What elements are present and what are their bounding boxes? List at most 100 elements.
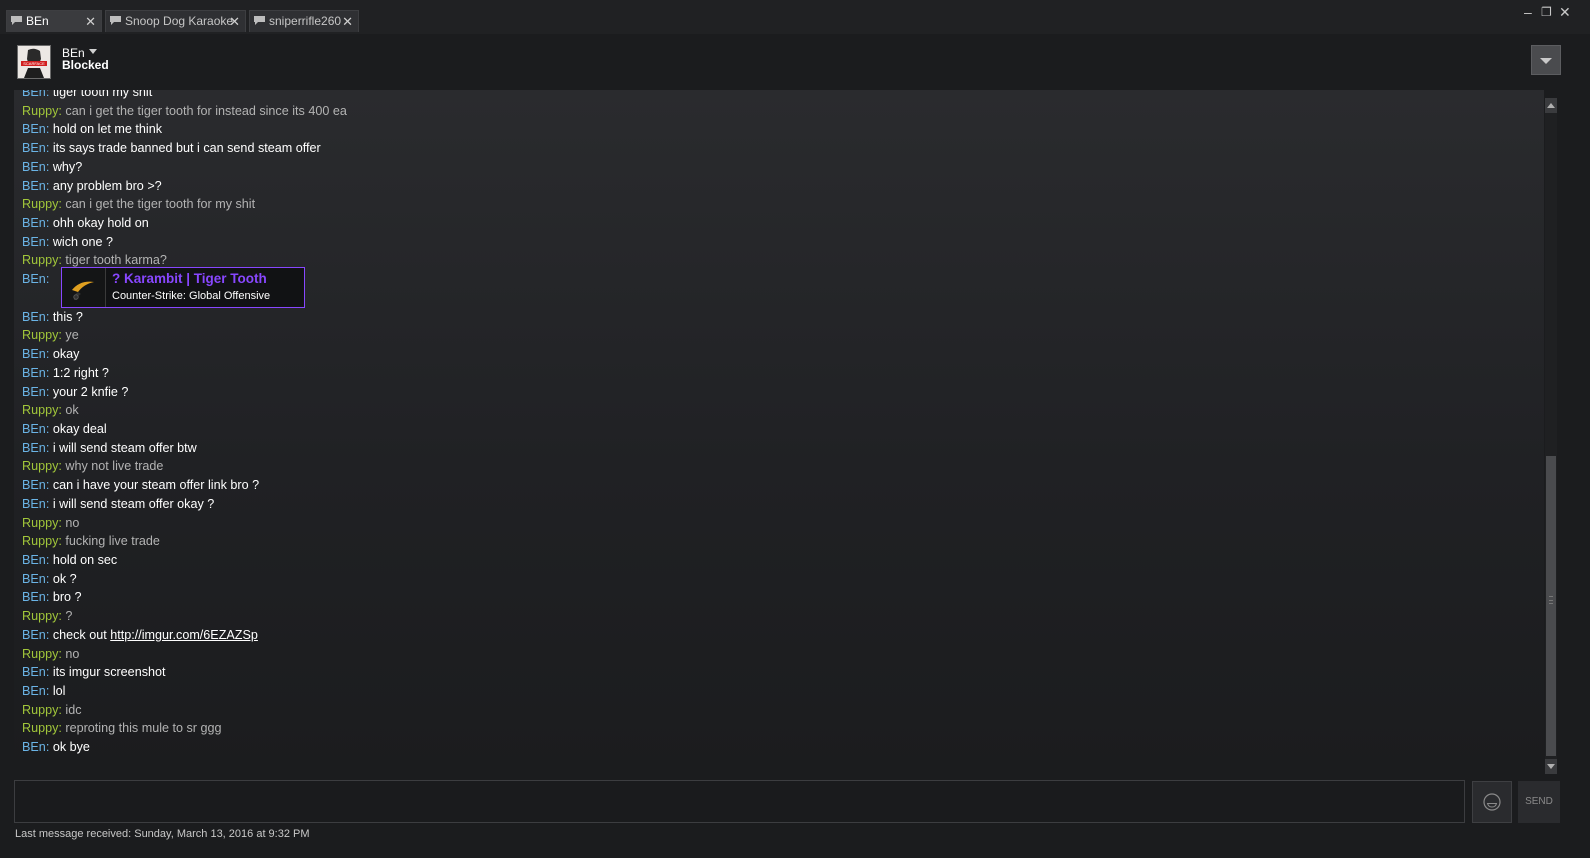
scroll-thumb[interactable]: [1546, 456, 1556, 756]
message-sender[interactable]: Ruppy: [22, 403, 58, 417]
message-sender[interactable]: BEn: [22, 310, 46, 324]
chat-message: BEn: lol: [22, 682, 347, 701]
message-sender[interactable]: Ruppy: [22, 534, 58, 548]
chat-message: BEn: bro ?: [22, 588, 347, 607]
message-list: BEn: tiger tooth my shit Ruppy: can i get…: [22, 90, 347, 757]
tab-label: sniperrifle260: [269, 14, 342, 28]
message-sender[interactable]: Ruppy: [22, 516, 58, 530]
sender-separator: :: [45, 159, 53, 174]
message-sender[interactable]: BEn: [22, 90, 46, 99]
chat-message: Ruppy: no: [22, 645, 347, 664]
arrow-down-icon: [1547, 764, 1555, 769]
sender-separator: :: [45, 365, 53, 380]
message-sender[interactable]: BEn: [22, 628, 46, 642]
chat-menu-button[interactable]: [1531, 45, 1561, 75]
message-sender[interactable]: Ruppy: [22, 703, 58, 717]
chat-message: BEn: tiger tooth my shit: [22, 90, 347, 102]
message-text: bro ?: [52, 590, 82, 605]
message-link[interactable]: http://imgur.com/6EZAZSp: [110, 628, 258, 642]
scroll-up-button[interactable]: [1545, 98, 1557, 113]
chat-message: BEn: 1:2 right ?: [22, 364, 347, 383]
chevron-down-icon[interactable]: [89, 49, 97, 54]
scrollbar[interactable]: [1545, 98, 1557, 774]
message-sender[interactable]: BEn: [22, 740, 46, 754]
message-sender[interactable]: BEn: [22, 216, 46, 230]
message-sender[interactable]: BEn: [22, 478, 46, 492]
message-text: why not live trade: [65, 459, 164, 474]
message-text: wich one ?: [52, 234, 114, 249]
message-sender[interactable]: BEn: [22, 422, 46, 436]
chat-message: Ruppy: reproting this mule to sr ggg: [22, 719, 347, 738]
message-text: no: [65, 515, 80, 530]
sender-separator: :: [45, 347, 53, 362]
tab-snoop-dog-karaoke[interactable]: Snoop Dog Karaoke ✕: [105, 10, 246, 32]
tab-sniperrifle260[interactable]: sniperrifle260 ✕: [249, 10, 359, 32]
message-sender[interactable]: BEn: [22, 665, 46, 679]
message-sender[interactable]: Ruppy: [22, 104, 58, 118]
message-sender[interactable]: Ruppy: [22, 609, 58, 623]
scroll-down-button[interactable]: [1545, 759, 1557, 774]
message-sender[interactable]: BEn: [22, 122, 46, 136]
sender-separator: :: [45, 272, 50, 287]
message-sender[interactable]: Ruppy: [22, 253, 58, 267]
message-text: okay: [52, 347, 80, 362]
message-sender[interactable]: Ruppy: [22, 459, 58, 473]
grip-icon: [1549, 596, 1553, 604]
avatar[interactable]: SCARFACE: [17, 45, 51, 79]
message-sender[interactable]: BEn: [22, 441, 46, 455]
sender-separator: :: [45, 90, 53, 99]
message-text: can i get the tiger tooth for instead si…: [65, 103, 347, 118]
message-sender[interactable]: BEn: [22, 497, 46, 511]
avatar-text: SCARFACE: [23, 61, 45, 66]
message-sender[interactable]: BEn: [22, 366, 46, 380]
message-sender[interactable]: BEn: [22, 235, 46, 249]
message-sender[interactable]: BEn: [22, 141, 46, 155]
close-tab-icon[interactable]: ✕: [85, 11, 96, 32]
item-embed-card[interactable]: ? Karambit | Tiger Tooth Counter-Strike: …: [61, 267, 305, 309]
message-sender[interactable]: BEn: [22, 572, 46, 586]
minimize-icon[interactable]: –: [1524, 2, 1532, 22]
item-name[interactable]: ? Karambit | Tiger Tooth: [112, 271, 267, 287]
sender-separator: :: [45, 478, 53, 493]
message-text: tiger tooth my shit: [52, 90, 153, 99]
message-sender[interactable]: BEn: [22, 272, 46, 286]
message-text: tiger tooth karma?: [65, 253, 167, 268]
chat-message: BEn: can i have your steam offer link br…: [22, 476, 347, 495]
message-sender[interactable]: BEn: [22, 160, 46, 174]
message-input[interactable]: [14, 780, 1465, 823]
message-text: idc: [65, 702, 82, 717]
chat-message: BEn: any problem bro >?: [22, 177, 347, 196]
message-sender[interactable]: BEn: [22, 347, 46, 361]
chat-bubble-icon: [110, 16, 121, 25]
chat-message: Ruppy: can i get the tiger tooth for ins…: [22, 102, 347, 121]
close-tab-icon[interactable]: ✕: [342, 11, 353, 32]
chat-bubble-icon: [11, 16, 22, 25]
chat-message: BEn: okay: [22, 345, 347, 364]
message-text: any problem bro >?: [52, 178, 162, 193]
chat-message: BEn: this ?: [22, 308, 347, 327]
message-text: can i have your steam offer link bro ?: [52, 478, 260, 493]
message-text: ok bye: [52, 740, 90, 755]
message-sender[interactable]: Ruppy: [22, 647, 58, 661]
message-text: i will send steam offer okay ?: [52, 496, 215, 511]
message-sender[interactable]: BEn: [22, 684, 46, 698]
close-tab-icon[interactable]: ✕: [229, 11, 240, 32]
tab-ben[interactable]: BEn ✕: [6, 10, 102, 32]
knife-icon: [62, 268, 106, 308]
message-text: why?: [52, 159, 83, 174]
message-sender[interactable]: Ruppy: [22, 721, 58, 735]
message-sender[interactable]: Ruppy: [22, 328, 58, 342]
send-button[interactable]: SEND: [1518, 781, 1560, 823]
message-sender[interactable]: BEn: [22, 553, 46, 567]
message-text: no: [65, 646, 80, 661]
restore-icon[interactable]: ❐: [1541, 2, 1552, 22]
message-sender[interactable]: BEn: [22, 385, 46, 399]
chat-message: BEn: its imgur screenshot: [22, 663, 347, 682]
message-sender[interactable]: BEn: [22, 179, 46, 193]
sender-separator: :: [45, 122, 53, 137]
message-sender[interactable]: Ruppy: [22, 197, 58, 211]
emoticon-button[interactable]: [1472, 781, 1512, 823]
message-text: reproting this mule to sr ggg: [65, 721, 222, 736]
window-close-icon[interactable]: ✕: [1559, 2, 1571, 22]
message-sender[interactable]: BEn: [22, 590, 46, 604]
